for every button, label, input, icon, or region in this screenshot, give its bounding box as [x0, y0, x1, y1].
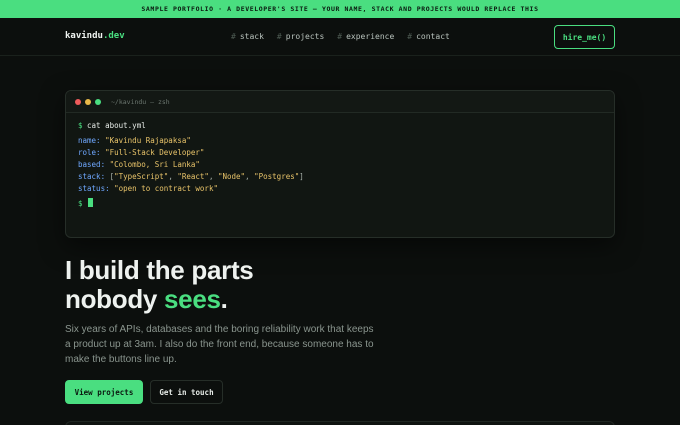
hero-line-2-start: nobody	[65, 284, 164, 314]
top-nav: kavindu.dev # stack # projects # experience…	[0, 18, 680, 56]
view-projects-button[interactable]: View projects	[65, 380, 143, 404]
yaml-key: based:	[78, 160, 106, 169]
nav-link-label: stack	[239, 32, 264, 41]
yaml-value: "Kavindu Rajapaksa"	[105, 136, 191, 145]
command-text: cat about.yml	[87, 121, 146, 130]
maximize-dot-icon	[95, 98, 101, 105]
hero-description: Six years of APIs, databases and the bor…	[65, 324, 374, 365]
nav-link-contact[interactable]: # contact	[407, 32, 450, 41]
hero-title: I build the parts nobody sees.	[65, 255, 254, 314]
nav-link-experience[interactable]: # experience	[337, 32, 394, 41]
hash-icon: #	[276, 32, 282, 41]
hash-icon: #	[407, 32, 413, 41]
terminal-body: $ cat about.yml name: "Kavindu Rajapaksa…	[66, 113, 614, 217]
yaml-key: status:	[78, 184, 110, 193]
banner-text: SAMPLE PORTFOLIO · A DEVELOPER'S SITE — …	[141, 5, 539, 13]
stack-item: "TypeScript"	[114, 172, 169, 181]
brand-logo[interactable]: kavindu.dev	[65, 31, 125, 41]
hero-line-1: I build the parts	[65, 255, 254, 285]
yaml-line-based: based: "Colombo, Sri Lanka"	[78, 159, 602, 171]
hire-me-button[interactable]: hire_me()	[554, 25, 615, 49]
prompt-symbol: $	[78, 121, 83, 130]
yaml-value: "Full-Stack Developer"	[105, 148, 205, 157]
nav-link-stack[interactable]: # stack	[231, 32, 264, 41]
yaml-line-status: status: "open to contract work"	[78, 183, 602, 195]
brand-tld: .dev	[102, 31, 125, 41]
terminal-window: ~/kavindu — zsh $ cat about.yml name: "K…	[65, 90, 615, 238]
stack-item: "Node"	[217, 172, 246, 181]
nav-link-label: contact	[416, 32, 450, 41]
nav-link-label: experience	[346, 32, 395, 41]
get-in-touch-button[interactable]: Get in touch	[150, 380, 223, 404]
input-line: $	[78, 198, 602, 210]
yaml-value: "open to contract work"	[114, 184, 218, 193]
hash-icon: #	[337, 32, 343, 41]
yaml-line-name: name: "Kavindu Rajapaksa"	[78, 135, 602, 147]
terminal-title: ~/kavindu — zsh	[111, 97, 170, 106]
announcement-banner: SAMPLE PORTFOLIO · A DEVELOPER'S SITE — …	[0, 0, 680, 18]
yaml-line-role: role: "Full-Stack Developer"	[78, 147, 602, 159]
yaml-key: name:	[78, 136, 101, 145]
close-dot-icon	[75, 98, 81, 105]
hash-icon: #	[231, 32, 236, 41]
stack-item: "React"	[177, 172, 209, 181]
nav-link-projects[interactable]: # projects	[277, 32, 324, 41]
brand-name: kavindu	[65, 31, 103, 41]
stack-item: "Postgres"	[254, 172, 300, 181]
yaml-key: role:	[78, 148, 101, 157]
next-section-card	[65, 421, 615, 425]
hero-accent-word: sees	[164, 284, 221, 314]
yaml-key: stack:	[78, 172, 106, 181]
cursor-icon	[88, 198, 94, 207]
command-line: $ cat about.yml	[78, 120, 602, 132]
nav-link-label: projects	[285, 32, 325, 41]
yaml-line-stack: stack: ["TypeScript", "React", "Node", "…	[78, 172, 304, 181]
hero-line-2-end: .	[220, 284, 228, 314]
nav-links: # stack # projects # experience # contact	[231, 32, 450, 41]
prompt-symbol: $	[78, 199, 83, 208]
terminal-titlebar: ~/kavindu — zsh	[66, 91, 614, 113]
minimize-dot-icon	[85, 98, 91, 105]
yaml-value: "Colombo, Sri Lanka"	[109, 160, 200, 169]
